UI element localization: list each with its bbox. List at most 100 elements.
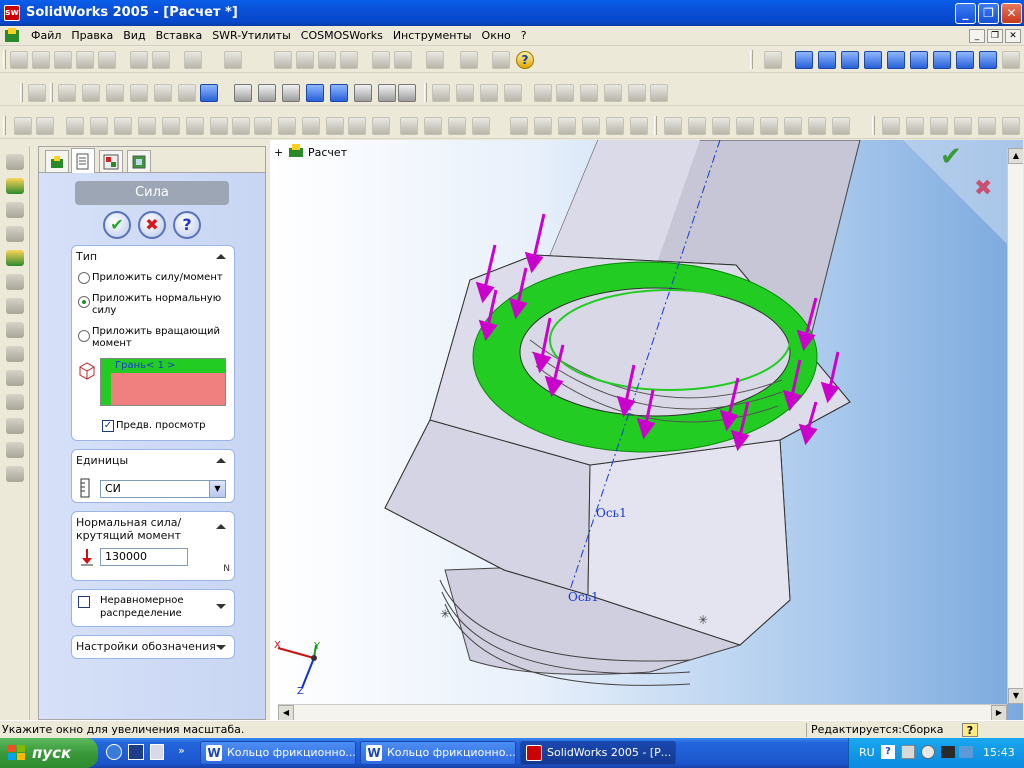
toolbar-grip[interactable] (654, 116, 657, 135)
pattern-icon[interactable] (6, 418, 24, 434)
trimetric-view-icon[interactable] (956, 51, 974, 69)
hole-wizard-icon[interactable] (6, 394, 24, 410)
core-icon[interactable] (978, 117, 996, 135)
quicklaunch-app-icon[interactable] (150, 744, 164, 760)
restore-button[interactable]: ❐ (978, 3, 999, 24)
document-icon[interactable] (4, 28, 20, 43)
feature-tree-root[interactable]: Расчет (308, 146, 347, 159)
radio-force-moment[interactable] (78, 272, 90, 284)
extend-icon[interactable] (424, 117, 442, 135)
tab-cosmos-manager[interactable] (127, 150, 151, 172)
shaded-with-edges-icon[interactable] (306, 84, 324, 102)
select-filter-icon[interactable] (296, 51, 314, 69)
close-button[interactable]: ✕ (1001, 3, 1022, 24)
task-word-2[interactable]: W Кольцо фрикционно... (360, 741, 516, 765)
model-view[interactable]: ✳ ✳ (270, 140, 1023, 720)
toolbar-grip[interactable] (3, 116, 6, 135)
circle-icon[interactable] (114, 117, 132, 135)
wireframe-icon[interactable] (234, 84, 252, 102)
trim-extend-icon[interactable] (832, 117, 850, 135)
normal-to-icon[interactable] (764, 51, 782, 69)
parting-line-icon[interactable] (906, 117, 924, 135)
menu-swr-utilities[interactable]: SWR-Утилиты (207, 29, 296, 42)
toolbar-grip[interactable] (872, 116, 875, 135)
clock[interactable]: 15:43 (983, 746, 1015, 759)
print-preview-icon[interactable] (98, 51, 116, 69)
tray-app-icon[interactable] (901, 745, 915, 759)
tangent-arc-icon[interactable] (210, 117, 228, 135)
ie-icon[interactable] (106, 744, 122, 760)
end-cap-icon[interactable] (808, 117, 826, 135)
rotate-component-icon[interactable] (6, 298, 24, 314)
collapse-icon[interactable] (216, 524, 226, 529)
zoom-to-area-icon[interactable] (82, 84, 100, 102)
three-point-arc-icon[interactable] (232, 117, 250, 135)
undo-icon[interactable] (184, 51, 202, 69)
rotate-entity-icon[interactable] (606, 117, 624, 135)
help-icon[interactable]: ? (516, 51, 534, 69)
cancel-button[interactable]: ✖ (138, 211, 166, 239)
task-word-1[interactable]: W Кольцо фрикционно... (200, 741, 356, 765)
spline-icon[interactable] (302, 117, 320, 135)
cut-icon[interactable] (130, 51, 148, 69)
add-relation-icon[interactable] (510, 117, 528, 135)
rectangle-icon[interactable] (90, 117, 108, 135)
fillet-sketch-icon[interactable] (254, 117, 272, 135)
radio-normal-force[interactable] (78, 296, 90, 308)
extrude-icon[interactable] (6, 154, 24, 170)
weldment-icon[interactable] (712, 117, 730, 135)
back-view-icon[interactable] (818, 51, 836, 69)
interference-icon[interactable] (6, 370, 24, 386)
options-icon[interactable] (340, 51, 358, 69)
design-library-icon[interactable] (394, 51, 412, 69)
tab-configuration-manager[interactable] (99, 150, 123, 172)
structural-member-icon[interactable] (760, 117, 778, 135)
list-icon[interactable] (492, 51, 510, 69)
trim-icon[interactable] (400, 117, 418, 135)
tree-expand-toggle[interactable]: + (274, 146, 283, 159)
dimetric-view-icon[interactable] (979, 51, 997, 69)
feature-list-icon[interactable] (456, 84, 474, 102)
dropdown-arrow-icon[interactable]: ▼ (209, 481, 225, 497)
menu-help[interactable]: ? (516, 29, 532, 42)
arc-icon[interactable] (186, 117, 204, 135)
measure-icon[interactable] (580, 84, 598, 102)
sketch-icon[interactable] (460, 51, 478, 69)
pan-icon[interactable] (178, 84, 196, 102)
minimize-button[interactable]: _ (955, 3, 976, 24)
doc-restore-button[interactable]: ❐ (987, 29, 1003, 43)
realview-icon[interactable] (398, 84, 416, 102)
macro-icon[interactable] (426, 51, 444, 69)
tab-feature-manager[interactable] (45, 150, 69, 172)
edit-icon[interactable] (556, 84, 574, 102)
collapse-icon[interactable] (216, 458, 226, 463)
redo-icon[interactable] (224, 51, 242, 69)
draft-analysis-icon[interactable] (1002, 117, 1020, 135)
display-relations-icon[interactable] (534, 117, 552, 135)
select-icon[interactable] (274, 51, 292, 69)
language-help-icon[interactable]: ? (881, 745, 895, 759)
point-icon[interactable] (348, 117, 366, 135)
cut-list-icon[interactable] (736, 117, 754, 135)
scroll-right-icon[interactable]: ▶ (991, 705, 1007, 720)
scale-icon[interactable] (630, 117, 648, 135)
properties-icon[interactable] (372, 51, 390, 69)
zoom-to-fit-icon[interactable] (58, 84, 76, 102)
toolbar-grip[interactable] (750, 50, 753, 69)
revolve-icon[interactable] (6, 202, 24, 218)
menu-tools[interactable]: Инструменты (388, 29, 477, 42)
language-indicator[interactable]: RU (859, 746, 875, 759)
exploded-view-icon[interactable] (6, 346, 24, 362)
front-view-icon[interactable] (795, 51, 813, 69)
selection-item-face[interactable]: Грань< 1 > (111, 359, 225, 373)
fillet-bead-icon[interactable] (688, 117, 706, 135)
status-help-icon[interactable]: ? (962, 723, 978, 737)
units-dropdown[interactable]: СИ ▼ (100, 480, 226, 498)
rotate-view-icon[interactable] (154, 84, 172, 102)
solidworks-app-icon[interactable]: sw (4, 5, 20, 21)
zoom-to-selection-icon[interactable] (130, 84, 148, 102)
zoom-in-out-icon[interactable] (106, 84, 124, 102)
curve-icon[interactable] (326, 117, 344, 135)
rebuild-icon[interactable] (318, 51, 336, 69)
previous-view-icon[interactable] (28, 84, 46, 102)
